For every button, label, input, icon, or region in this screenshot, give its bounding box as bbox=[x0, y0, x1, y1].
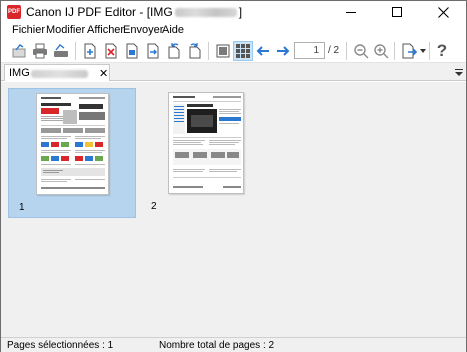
rotate-right-icon bbox=[189, 43, 201, 59]
window-title: Canon IJ PDF Editor - [IMG] bbox=[26, 5, 242, 19]
window-title-prefix: Canon IJ PDF Editor - [IMG bbox=[26, 5, 173, 19]
selected-pages-status: Pages sélectionnées : 1 bbox=[7, 340, 114, 351]
arrow-right-icon bbox=[277, 46, 290, 56]
open-file-icon bbox=[12, 44, 26, 58]
blurred-filename bbox=[174, 8, 237, 18]
menu-fichier[interactable]: Fichier bbox=[12, 24, 45, 36]
zoom-in-button[interactable] bbox=[371, 41, 391, 61]
page-number-input[interactable]: 1 bbox=[294, 42, 325, 59]
page-2-content-graphic bbox=[173, 96, 241, 188]
thumbnail-view-button[interactable] bbox=[233, 41, 253, 61]
toolbar-separator bbox=[394, 42, 395, 60]
toolbar-separator bbox=[346, 42, 347, 60]
page-number-label: 2 bbox=[151, 201, 157, 212]
previous-page-button[interactable] bbox=[253, 41, 273, 61]
application-window: PDF Canon IJ PDF Editor - [IMG] Fichier … bbox=[0, 0, 467, 352]
open-button[interactable] bbox=[9, 41, 29, 61]
title-bar: PDF Canon IJ PDF Editor - [IMG] bbox=[1, 1, 466, 23]
menu-afficher[interactable]: Afficher bbox=[87, 24, 124, 36]
total-pages-status: Nombre total de pages : 2 bbox=[159, 340, 275, 351]
close-tab-icon[interactable]: ✕ bbox=[99, 67, 108, 80]
page-thumbnail-1[interactable]: 1 bbox=[8, 88, 136, 218]
close-icon bbox=[437, 6, 449, 18]
rotate-right-button[interactable] bbox=[185, 41, 205, 61]
thumbnail-view-icon bbox=[236, 44, 250, 58]
maximize-button[interactable] bbox=[374, 1, 420, 23]
toolbar-separator bbox=[75, 42, 76, 60]
rotate-left-button[interactable] bbox=[164, 41, 184, 61]
zoom-out-button[interactable] bbox=[351, 41, 371, 61]
toolbar: 1 / 2 ? bbox=[1, 39, 466, 63]
rotate-left-icon bbox=[168, 43, 180, 59]
print-button[interactable] bbox=[30, 41, 50, 61]
minimize-icon bbox=[346, 11, 356, 13]
page-thumbnail-2[interactable]: 2 bbox=[141, 88, 269, 218]
status-bar: Pages sélectionnées : 1 Nombre total de … bbox=[1, 337, 466, 352]
scan-button[interactable] bbox=[51, 41, 71, 61]
app-icon: PDF bbox=[7, 5, 21, 19]
maximize-icon bbox=[392, 7, 402, 17]
document-tab-strip: IMG ✕ bbox=[1, 63, 466, 81]
page-view-icon bbox=[216, 44, 230, 58]
move-page-icon bbox=[147, 43, 159, 59]
delete-page-button[interactable] bbox=[101, 41, 121, 61]
toolbar-separator bbox=[208, 42, 209, 60]
extract-page-icon bbox=[126, 43, 138, 59]
menu-bar: Fichier Modifier Afficher Envoyer Aide bbox=[1, 23, 466, 39]
minimize-button[interactable] bbox=[328, 1, 374, 23]
thumbnail-canvas[interactable]: 1 2 bbox=[1, 82, 466, 337]
add-page-icon bbox=[84, 43, 96, 59]
arrow-left-icon bbox=[256, 46, 269, 56]
move-page-button[interactable] bbox=[143, 41, 163, 61]
page-view-button[interactable] bbox=[213, 41, 233, 61]
zoom-in-icon bbox=[374, 44, 389, 59]
page-total-label: / 2 bbox=[328, 45, 340, 56]
help-button[interactable]: ? bbox=[432, 41, 452, 61]
menu-envoyer[interactable]: Envoyer bbox=[123, 24, 163, 36]
page-preview bbox=[168, 92, 244, 194]
extract-page-button[interactable] bbox=[122, 41, 142, 61]
print-icon bbox=[33, 43, 47, 59]
page-number-label: 1 bbox=[19, 202, 25, 213]
window-title-suffix: ] bbox=[238, 5, 243, 19]
close-window-button[interactable] bbox=[420, 1, 466, 23]
export-button[interactable] bbox=[399, 41, 419, 61]
toolbar-separator bbox=[429, 42, 430, 60]
add-page-button[interactable] bbox=[80, 41, 100, 61]
page-preview bbox=[36, 93, 109, 195]
export-dropdown-caret[interactable] bbox=[420, 49, 426, 53]
page-1-content-graphic bbox=[41, 97, 105, 189]
delete-page-icon bbox=[105, 43, 117, 59]
document-tab[interactable]: IMG ✕ bbox=[4, 64, 110, 81]
zoom-out-icon bbox=[354, 44, 369, 59]
next-page-button[interactable] bbox=[273, 41, 293, 61]
menu-aide[interactable]: Aide bbox=[162, 24, 184, 36]
blurred-filename bbox=[31, 70, 88, 78]
menu-modifier[interactable]: Modifier bbox=[46, 24, 85, 36]
scan-icon bbox=[54, 44, 68, 57]
document-tab-label: IMG bbox=[9, 67, 30, 79]
export-icon bbox=[402, 43, 418, 59]
tab-list-dropdown-icon[interactable] bbox=[455, 69, 463, 77]
